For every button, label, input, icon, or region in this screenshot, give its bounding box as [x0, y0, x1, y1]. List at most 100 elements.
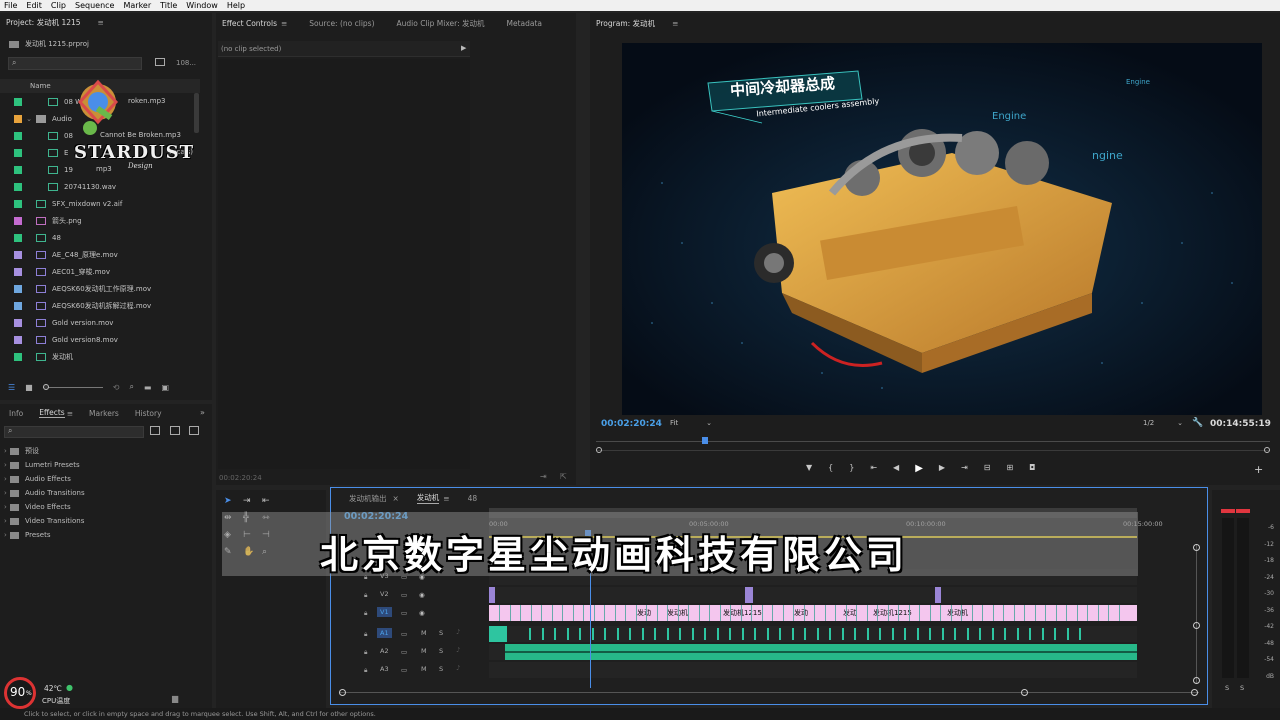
program-timecode[interactable]: 00:02:20:24 — [601, 419, 662, 429]
menu-item-title[interactable]: Title — [160, 1, 177, 10]
solo-right-button[interactable]: S — [1240, 684, 1244, 692]
track-label[interactable]: A2 — [377, 646, 392, 656]
audio-clip[interactable] — [641, 628, 644, 640]
audio-clip[interactable] — [691, 628, 694, 640]
go-to-out-icon[interactable]: ⇥ — [961, 463, 968, 474]
project-item[interactable]: 20741130.wav — [0, 178, 200, 195]
audio-clip[interactable] — [566, 628, 569, 640]
toggle-output-icon[interactable]: ▭ — [401, 609, 407, 617]
audio-clip[interactable] — [891, 628, 894, 640]
effects-folder[interactable]: › Video Effects — [0, 500, 212, 514]
track-header[interactable]: 🔒︎ A3 ▭ M S ♪ — [331, 661, 491, 679]
toggle-output-icon[interactable]: ▭ — [401, 591, 407, 599]
lock-icon[interactable]: 🔒︎ — [364, 630, 367, 639]
program-tab[interactable]: Program: 发动机 — [596, 18, 655, 29]
close-icon[interactable]: × — [393, 494, 399, 503]
selection-tool-icon[interactable]: ➤ — [224, 496, 243, 506]
export-icon[interactable]: ⇱ — [560, 472, 567, 481]
mark-in-icon[interactable]: { — [828, 463, 833, 474]
audio-clip[interactable] — [629, 628, 631, 640]
audio-clip[interactable] — [1016, 628, 1019, 640]
audio-clip[interactable] — [579, 628, 581, 640]
bin-icon[interactable]: ▬ — [144, 383, 152, 392]
audio-clip[interactable] — [791, 628, 794, 640]
fx-tab-history[interactable]: History — [135, 409, 162, 418]
effects-folder[interactable]: › Lumetri Presets — [0, 458, 212, 472]
track-header[interactable]: 🔒︎ A2 ▭ M S ♪ — [331, 643, 491, 661]
audio-clip[interactable] — [866, 628, 869, 640]
export-frame-icon[interactable]: ◘ — [1029, 463, 1035, 474]
audio-clip[interactable] — [816, 628, 819, 640]
project-item[interactable]: 发动机 — [0, 348, 200, 363]
video-clip-strip[interactable] — [489, 605, 1137, 621]
menu-item-file[interactable]: File — [4, 1, 17, 10]
add-marker-icon[interactable]: ▼ — [806, 463, 812, 474]
extract-icon[interactable]: ⊞ — [1006, 463, 1013, 474]
search-input[interactable]: ⌕ — [8, 57, 142, 70]
yuv-effects-icon[interactable] — [189, 426, 199, 435]
audio-clip[interactable] — [716, 628, 719, 640]
project-tab[interactable]: Project: 发动机 1215 — [6, 17, 81, 28]
menu-item-sequence[interactable]: Sequence — [75, 1, 114, 10]
effects-folder[interactable]: › Audio Effects — [0, 472, 212, 486]
solo-button[interactable]: S — [439, 665, 443, 673]
audio-clip[interactable] — [991, 628, 994, 640]
zoom-slider[interactable] — [42, 383, 103, 390]
audio-clip[interactable] — [729, 628, 731, 640]
video-clip[interactable] — [489, 587, 495, 603]
mark-out-icon[interactable]: } — [849, 463, 854, 474]
audio-clip[interactable] — [654, 628, 656, 640]
ec-tab-3[interactable]: Metadata — [507, 19, 543, 28]
vertical-scrollbar[interactable] — [1193, 544, 1201, 684]
fit-dropdown[interactable]: Fit ⌄ — [670, 419, 712, 431]
eye-icon[interactable]: ◉ — [419, 609, 425, 617]
mic-icon[interactable]: ♪ — [456, 664, 460, 672]
audio-clip[interactable] — [704, 628, 706, 640]
audio-clip[interactable] — [591, 628, 594, 640]
new-item-icon[interactable]: ▣ — [161, 383, 169, 392]
track-header[interactable]: 🔒︎ A1 ▭ M S ♪ — [331, 625, 491, 643]
mute-button[interactable]: M — [421, 665, 427, 673]
accelerated-effects-icon[interactable] — [150, 426, 160, 435]
lock-icon[interactable]: 🔒︎ — [364, 609, 367, 618]
icon-view-icon[interactable]: ■ — [25, 383, 33, 392]
track-label[interactable]: V1 — [377, 607, 392, 617]
mute-button[interactable]: M — [421, 629, 427, 637]
video-clip[interactable] — [745, 587, 753, 603]
audio-clip[interactable] — [1079, 628, 1081, 640]
audio-clip[interactable] — [929, 628, 931, 640]
timeline-tab-1[interactable]: 发动机 — [416, 492, 440, 504]
more-panels-icon[interactable]: » — [200, 408, 205, 417]
solo-left-button[interactable]: S — [1225, 684, 1229, 692]
sync-lock-icon[interactable]: ▭ — [401, 630, 407, 638]
solo-button[interactable]: S — [439, 629, 443, 637]
expand-arrow-icon[interactable]: ▶ — [461, 44, 466, 52]
audio-clip[interactable] — [966, 628, 969, 640]
project-item[interactable]: AEQSK60发动机工作原理.mov — [0, 280, 200, 297]
find-icon[interactable]: ⌕ — [129, 382, 133, 392]
solo-button[interactable]: S — [439, 647, 443, 655]
mic-icon[interactable]: ♪ — [456, 628, 460, 636]
menu-item-clip[interactable]: Clip — [51, 1, 66, 10]
project-item[interactable]: 箭头.png — [0, 212, 200, 229]
mic-icon[interactable]: ♪ — [456, 646, 460, 654]
timeline-tab-0[interactable]: 发动机输出 — [349, 493, 387, 504]
audio-clip[interactable] — [679, 628, 681, 640]
audio-clip[interactable] — [841, 628, 844, 640]
track-lane[interactable]: 发动发动机发动机1215发动发动发动机1215发动机 — [489, 605, 1137, 621]
audio-clip[interactable] — [804, 628, 806, 640]
audio-clip[interactable] — [766, 628, 769, 640]
wrench-icon[interactable]: 🔧 — [1192, 418, 1203, 428]
audio-clip[interactable] — [616, 628, 619, 640]
horizontal-scrollbar[interactable] — [339, 688, 1199, 696]
32bit-effects-icon[interactable] — [170, 426, 180, 435]
audio-clip[interactable] — [904, 628, 906, 640]
menu-item-edit[interactable]: Edit — [26, 1, 42, 10]
track-header[interactable]: 🔒︎ V2 ▭ ◉ — [331, 586, 491, 604]
ec-tab-2[interactable]: Audio Clip Mixer: 发动机 — [397, 18, 485, 29]
audio-clip[interactable] — [754, 628, 756, 640]
video-clip[interactable] — [935, 587, 941, 603]
audio-clip[interactable] — [979, 628, 981, 640]
audio-clip[interactable] — [916, 628, 919, 640]
mute-button[interactable]: M — [421, 647, 427, 655]
